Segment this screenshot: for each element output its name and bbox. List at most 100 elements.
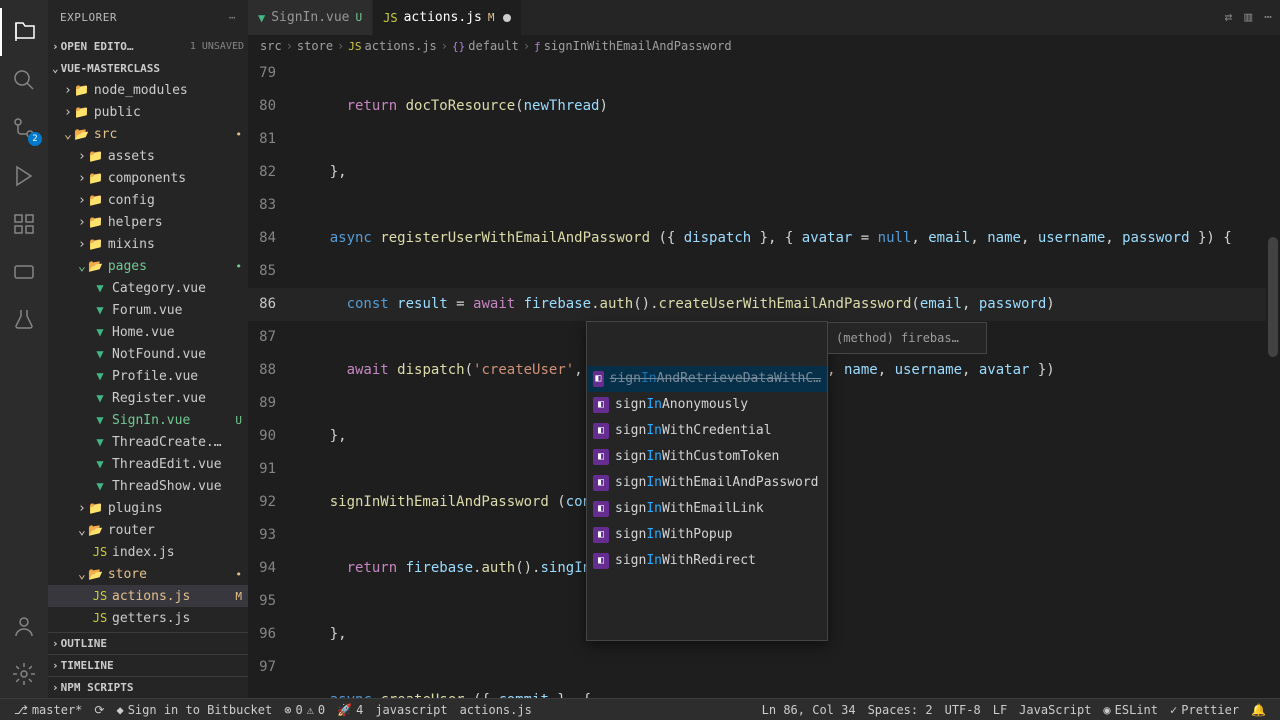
rocket-icon: 🚀 <box>337 703 352 717</box>
warning-icon: ⚠ <box>307 703 314 717</box>
activity-bar: 2 <box>0 0 48 698</box>
check-icon: ✓ <box>1170 703 1177 717</box>
folder-store[interactable]: ⌄📂store• <box>48 563 248 585</box>
file-threadcreate[interactable]: ▼ThreadCreate.… <box>48 431 248 453</box>
autocomplete-item[interactable]: ◧signInWithRedirect <box>587 548 827 574</box>
explorer-title: EXPLORER <box>60 11 117 24</box>
status-eslint[interactable]: ◉ESLint <box>1097 703 1164 717</box>
activity-remote-icon[interactable] <box>0 248 48 296</box>
explorer-more-icon[interactable]: ⋯ <box>229 11 236 24</box>
sidebar: EXPLORER ⋯ › OPEN EDITO… 1 UNSAVED ⌄ VUE… <box>48 0 248 698</box>
chevron-right-icon: › <box>52 40 59 53</box>
folder-public[interactable]: ›📁public <box>48 101 248 123</box>
line-gutter: 79 80 81 82 83 84 85 86 87 88 89 90 91 9… <box>248 57 296 698</box>
file-home[interactable]: ▼Home.vue <box>48 321 248 343</box>
more-actions-icon[interactable]: ⋯ <box>1264 10 1272 25</box>
folder-node-modules[interactable]: ›📁node_modules <box>48 79 248 101</box>
editor-area: ▼ SignIn.vue U JS actions.js M ⇄ ▥ ⋯ src… <box>248 0 1280 698</box>
activity-extensions-icon[interactable] <box>0 200 48 248</box>
activity-scm-icon[interactable]: 2 <box>0 104 48 152</box>
explorer-header: EXPLORER ⋯ <box>48 0 248 35</box>
folder-config[interactable]: ›📁config <box>48 189 248 211</box>
method-icon: ◧ <box>593 527 609 543</box>
activity-settings-icon[interactable] <box>0 650 48 698</box>
split-editor-icon[interactable]: ▥ <box>1244 10 1252 25</box>
bell-icon: 🔔 <box>1251 703 1266 717</box>
status-sync[interactable]: ⟳ <box>88 703 110 717</box>
status-rocket[interactable]: 🚀4 <box>331 703 369 717</box>
folder-assets[interactable]: ›📁assets <box>48 145 248 167</box>
file-forum[interactable]: ▼Forum.vue <box>48 299 248 321</box>
bitbucket-icon: ◆ <box>116 703 123 717</box>
file-notfound[interactable]: ▼NotFound.vue <box>48 343 248 365</box>
tab-signin[interactable]: ▼ SignIn.vue U <box>248 0 373 35</box>
status-lang[interactable]: JavaScript <box>1013 703 1097 717</box>
status-notifications[interactable]: 🔔 <box>1245 703 1272 717</box>
status-eol[interactable]: LF <box>987 703 1013 717</box>
activity-explorer-icon[interactable] <box>0 8 48 56</box>
sync-icon: ⟳ <box>94 703 104 717</box>
autocomplete-item[interactable]: ◧signInWithEmailAndPassword <box>587 470 827 496</box>
autocomplete-item[interactable]: ◧signInWithEmailLink <box>587 496 827 522</box>
code-editor[interactable]: 79 80 81 82 83 84 85 86 87 88 89 90 91 9… <box>248 57 1280 698</box>
folder-mixins[interactable]: ›📁mixins <box>48 233 248 255</box>
tabs-bar: ▼ SignIn.vue U JS actions.js M ⇄ ▥ ⋯ <box>248 0 1280 35</box>
folder-router[interactable]: ⌄📂router <box>48 519 248 541</box>
activity-account-icon[interactable] <box>0 602 48 650</box>
activity-test-icon[interactable] <box>0 296 48 344</box>
file-threadedit[interactable]: ▼ThreadEdit.vue <box>48 453 248 475</box>
autocomplete-item[interactable]: ◧signInAnonymously <box>587 392 827 418</box>
activity-debug-icon[interactable] <box>0 152 48 200</box>
autocomplete-item[interactable]: ◧signInAndRetrieveDataWithC… <box>587 366 827 392</box>
vue-icon: ▼ <box>258 11 265 25</box>
folder-plugins[interactable]: ›📁plugins <box>48 497 248 519</box>
folder-components[interactable]: ›📁components <box>48 167 248 189</box>
file-threadshow[interactable]: ▼ThreadShow.vue <box>48 475 248 497</box>
unsaved-badge: 1 UNSAVED <box>190 41 244 52</box>
method-icon: ◧ <box>593 449 609 465</box>
compare-changes-icon[interactable]: ⇄ <box>1225 10 1233 25</box>
folder-helpers[interactable]: ›📁helpers <box>48 211 248 233</box>
status-prettier[interactable]: ✓Prettier <box>1164 703 1245 717</box>
file-category[interactable]: ▼Category.vue <box>48 277 248 299</box>
dirty-indicator-icon <box>503 14 511 22</box>
tab-actions[interactable]: JS actions.js M <box>373 0 521 35</box>
outline-section[interactable]: ›OUTLINE <box>48 632 248 654</box>
workspace-section[interactable]: ⌄ VUE-MASTERCLASS <box>48 57 248 79</box>
file-signin[interactable]: ▼SignIn.vueU <box>48 409 248 431</box>
autocomplete-item[interactable]: ◧signInWithPopup <box>587 522 827 548</box>
js-icon: JS <box>383 11 397 25</box>
open-editors-section[interactable]: › OPEN EDITO… 1 UNSAVED <box>48 35 248 57</box>
status-spaces[interactable]: Spaces: 2 <box>862 703 939 717</box>
status-encoding[interactable]: UTF-8 <box>939 703 987 717</box>
method-icon: ◧ <box>593 371 604 387</box>
file-router-index[interactable]: JSindex.js <box>48 541 248 563</box>
status-bitbucket[interactable]: ◆Sign in to Bitbucket <box>110 703 278 717</box>
method-icon: ◧ <box>593 553 609 569</box>
breadcrumbs[interactable]: src› store› JSactions.js› {}default› ƒsi… <box>248 35 1280 57</box>
method-icon: ◧ <box>593 423 609 439</box>
status-language-mode[interactable]: javascript <box>369 703 453 717</box>
activity-search-icon[interactable] <box>0 56 48 104</box>
timeline-section[interactable]: ›TIMELINE <box>48 654 248 676</box>
editor-scrollbar[interactable] <box>1266 57 1280 698</box>
status-problems[interactable]: ⊗0 ⚠0 <box>278 703 331 717</box>
autocomplete-detail: (method) firebas… <box>827 322 987 354</box>
status-file[interactable]: actions.js <box>454 703 538 717</box>
folder-src[interactable]: ⌄📂src• <box>48 123 248 145</box>
file-profile[interactable]: ▼Profile.vue <box>48 365 248 387</box>
code-content[interactable]: return docToResource(newThread) }, async… <box>296 57 1280 698</box>
npm-scripts-section[interactable]: ›NPM SCRIPTS <box>48 676 248 698</box>
file-register[interactable]: ▼Register.vue <box>48 387 248 409</box>
folder-pages[interactable]: ⌄📂pages• <box>48 255 248 277</box>
git-branch-icon: ⎇ <box>14 703 28 717</box>
method-icon: ◧ <box>593 475 609 491</box>
status-branch[interactable]: ⎇master* <box>8 703 88 717</box>
autocomplete-item[interactable]: ◧signInWithCredential <box>587 418 827 444</box>
method-icon: ◧ <box>593 397 609 413</box>
file-getters[interactable]: JSgetters.js <box>48 607 248 629</box>
file-actions[interactable]: JSactions.jsM <box>48 585 248 607</box>
autocomplete-item[interactable]: ◧signInWithCustomToken <box>587 444 827 470</box>
chevron-down-icon: ⌄ <box>52 62 59 75</box>
status-position[interactable]: Ln 86, Col 34 <box>756 703 862 717</box>
